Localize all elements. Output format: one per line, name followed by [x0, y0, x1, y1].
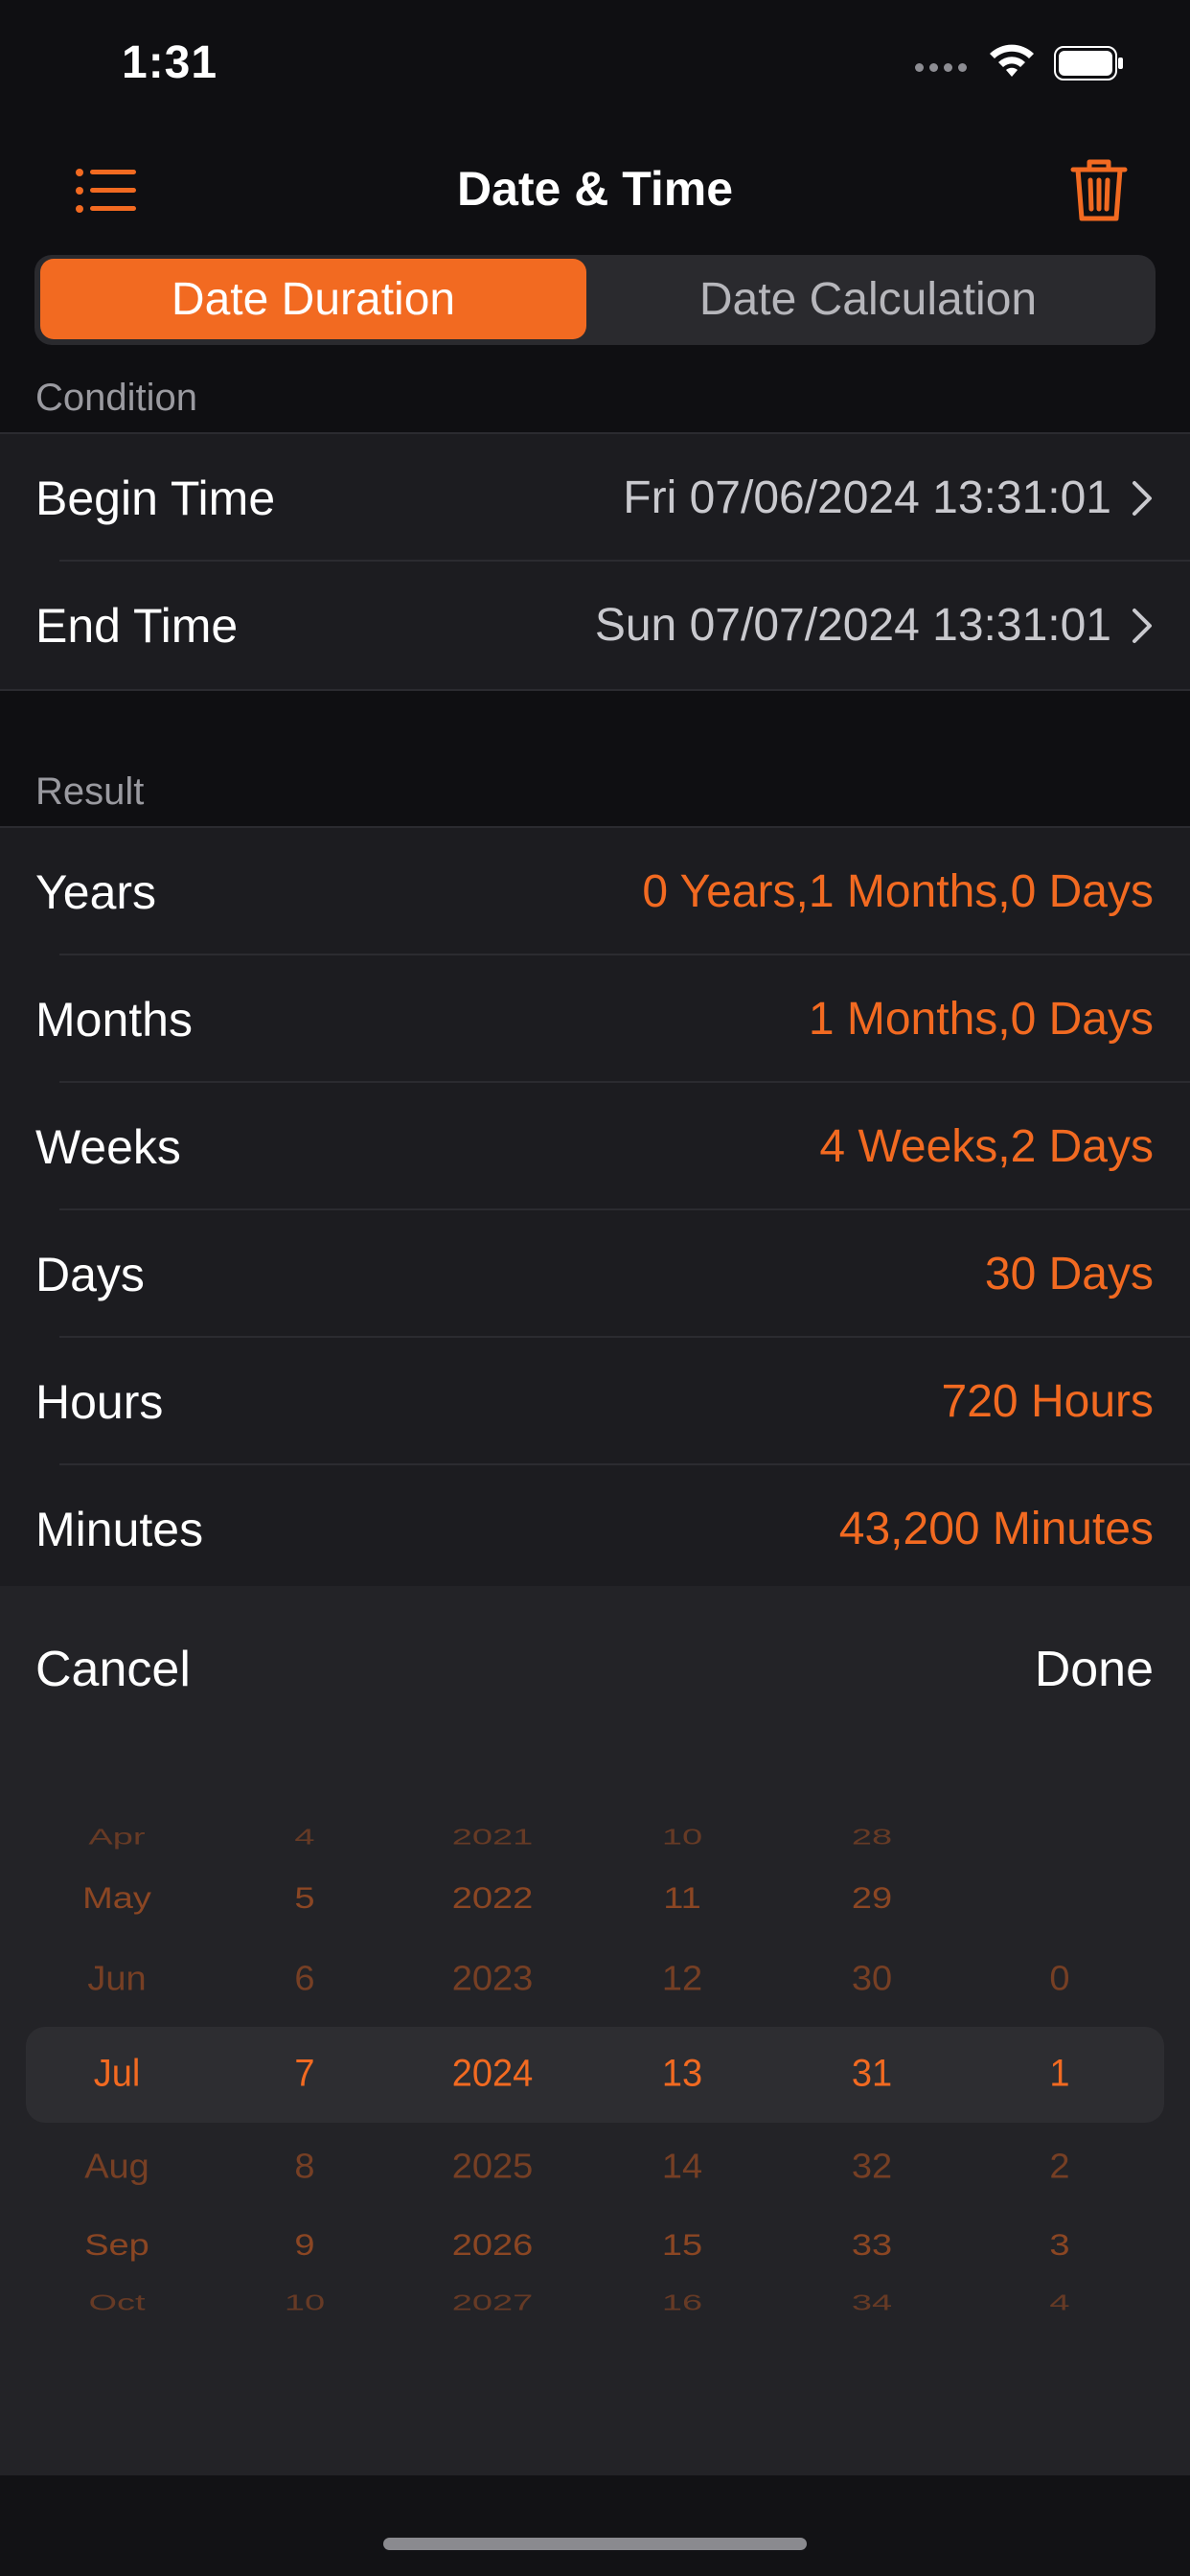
result-value: 0 Years,1 Months,0 Days — [642, 866, 1154, 917]
result-label: Hours — [35, 1374, 164, 1429]
picker-cell[interactable]: 29 — [795, 1882, 949, 1916]
battery-icon — [1054, 46, 1123, 80]
picker-cell[interactable]: 12 — [606, 1960, 759, 1999]
page-title: Date & Time — [456, 162, 734, 216]
picker-cell[interactable]: 16 — [606, 2290, 759, 2316]
result-row-months: Months 1 Months,0 Days — [0, 955, 1190, 1083]
picker-cell[interactable]: 30 — [795, 1960, 949, 1999]
picker-cell[interactable]: 9 — [228, 2229, 381, 2263]
picker-cell[interactable]: Oct — [40, 2290, 194, 2316]
result-label: Years — [35, 864, 157, 919]
result-label: Days — [35, 1247, 145, 1301]
picker-cell[interactable]: Jun — [40, 1960, 194, 1999]
chevron-right-icon — [1133, 608, 1152, 643]
begin-time-row[interactable]: Begin Time Fri 07/06/2024 13:31:01 — [0, 434, 1190, 562]
picker-cell[interactable]: 2 — [983, 2148, 1136, 2187]
result-value: 4 Weeks,2 Days — [819, 1121, 1154, 1172]
picker-cell[interactable]: 2024 — [416, 2053, 569, 2096]
picker-cell[interactable]: 4 — [228, 1825, 381, 1851]
picker-cell[interactable]: 8 — [228, 2148, 381, 2187]
picker-cell[interactable]: 3 — [983, 2229, 1136, 2263]
picker-cell[interactable]: 2022 — [416, 1882, 569, 1916]
condition-group: Begin Time Fri 07/06/2024 13:31:01 End T… — [0, 432, 1190, 691]
result-row-hours: Hours 720 Hours — [0, 1338, 1190, 1465]
done-button[interactable]: Done — [1035, 1641, 1154, 1698]
picker-cell[interactable]: Sep — [40, 2229, 194, 2263]
picker-cell[interactable]: 2025 — [416, 2148, 569, 2187]
result-label: Months — [35, 992, 193, 1046]
result-label: Minutes — [35, 1502, 204, 1556]
result-value: 43,200 Minutes — [838, 1504, 1154, 1554]
picker-cell[interactable]: 2026 — [416, 2229, 569, 2263]
picker-cell[interactable]: 34 — [795, 2290, 949, 2316]
end-time-label: End Time — [35, 598, 239, 653]
result-label: Weeks — [35, 1119, 181, 1174]
result-value: 720 Hours — [941, 1376, 1154, 1427]
end-time-value: Sun 07/07/2024 13:31:01 — [594, 600, 1111, 651]
picker-cell[interactable]: 4 — [983, 2290, 1136, 2316]
condition-header: Condition — [35, 377, 198, 419]
result-row-years: Years 0 Years,1 Months,0 Days — [0, 828, 1190, 955]
picker-cell[interactable]: 2023 — [416, 1960, 569, 1999]
picker-cell[interactable]: 0 — [983, 1960, 1136, 1999]
cancel-button[interactable]: Cancel — [35, 1641, 191, 1698]
picker-cell[interactable]: 5 — [228, 1882, 381, 1916]
picker-cell[interactable]: Apr — [40, 1825, 194, 1851]
picker-cell[interactable]: 10 — [606, 1825, 759, 1851]
picker-cell[interactable]: 10 — [228, 2290, 381, 2316]
tab-date-duration[interactable]: Date Duration — [40, 259, 586, 339]
picker-cell[interactable]: 15 — [606, 2229, 759, 2263]
tab-date-calculation[interactable]: Date Calculation — [586, 259, 1150, 339]
bottom-safe-area — [0, 2475, 1190, 2576]
picker-cell[interactable]: 32 — [795, 2148, 949, 2187]
result-group: Years 0 Years,1 Months,0 Days Months 1 M… — [0, 826, 1190, 1593]
cellular-signal-icon — [915, 59, 969, 75]
status-time: 1:31 — [122, 37, 218, 88]
picker-cell[interactable]: 6 — [228, 1960, 381, 1999]
result-value: 1 Months,0 Days — [808, 994, 1154, 1045]
picker-cell[interactable]: 2027 — [416, 2290, 569, 2316]
result-row-weeks: Weeks 4 Weeks,2 Days — [0, 1083, 1190, 1210]
end-time-row[interactable]: End Time Sun 07/07/2024 13:31:01 — [0, 562, 1190, 689]
result-header: Result — [35, 770, 145, 813]
picker-cell[interactable]: May — [40, 1882, 194, 1916]
result-row-days: Days 30 Days — [0, 1210, 1190, 1338]
picker-cell[interactable]: 11 — [606, 1882, 759, 1916]
picker-cell[interactable]: 14 — [606, 2148, 759, 2187]
home-indicator — [383, 2538, 807, 2550]
picker-cell[interactable]: 28 — [795, 1825, 949, 1851]
picker-cell[interactable]: 31 — [795, 2053, 949, 2096]
begin-time-value: Fri 07/06/2024 13:31:01 — [623, 472, 1111, 523]
picker-cell[interactable]: Aug — [40, 2148, 194, 2187]
result-value: 30 Days — [984, 1249, 1154, 1300]
chevron-right-icon — [1133, 480, 1152, 516]
picker-cell[interactable]: 1 — [983, 2053, 1136, 2096]
trash-icon[interactable] — [1069, 157, 1129, 224]
begin-time-label: Begin Time — [35, 471, 276, 525]
picker-cell[interactable]: Jul — [40, 2053, 194, 2096]
picker-cell[interactable]: 2021 — [416, 1825, 569, 1851]
picker-cell[interactable]: 33 — [795, 2229, 949, 2263]
result-row-minutes: Minutes 43,200 Minutes — [0, 1465, 1190, 1593]
picker-cell[interactable]: 7 — [228, 2053, 381, 2096]
picker-cell[interactable]: 13 — [606, 2053, 759, 2096]
wifi-icon — [990, 44, 1034, 77]
